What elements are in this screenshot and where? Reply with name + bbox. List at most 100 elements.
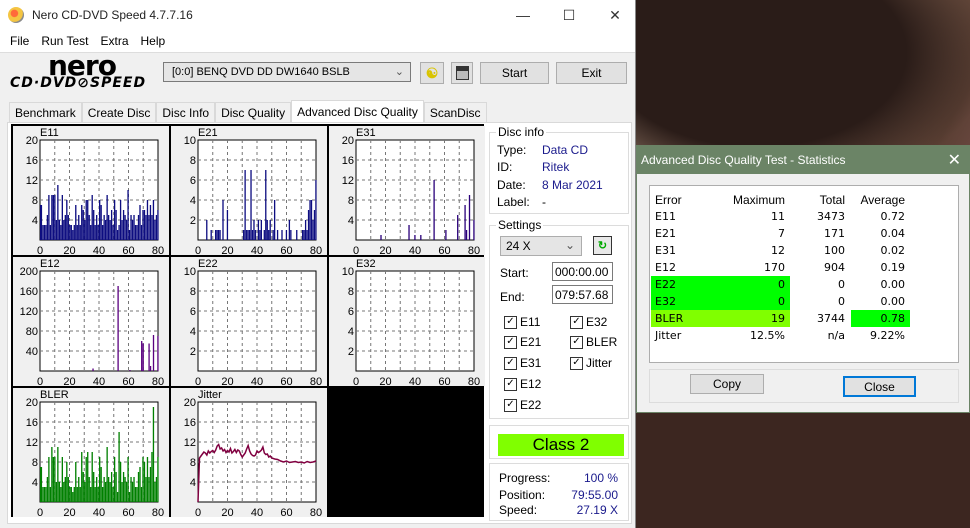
bar (445, 230, 447, 240)
x-tick-label: 0 (37, 507, 43, 517)
cell-total: 904 (824, 261, 845, 274)
y-tick-label: 20 (26, 135, 38, 147)
tab-benchmark[interactable]: Benchmark (9, 102, 82, 123)
cell-maximum: 12.5% (750, 329, 785, 342)
y-tick-label: 4 (348, 215, 354, 227)
x-tick-label: 80 (152, 376, 164, 386)
bar (81, 205, 83, 240)
disc-type-value: Data CD (542, 143, 589, 157)
checkbox-e22[interactable]: ✓ E22 (504, 398, 541, 412)
x-tick-label: 60 (280, 245, 292, 255)
start-button[interactable]: Start (480, 62, 549, 84)
checkbox-e22-label: E22 (520, 398, 542, 412)
bar (96, 477, 98, 502)
bar (119, 200, 122, 240)
end-time-input[interactable]: 079:57.68 (552, 285, 613, 304)
menu-file[interactable]: File (4, 34, 35, 48)
bar (78, 477, 80, 502)
cell-error: BLER (655, 312, 684, 325)
drive-info-icon: ☯ (425, 64, 439, 81)
copy-button[interactable]: Copy (690, 374, 764, 394)
checkbox-e21[interactable]: ✓ E21 (504, 335, 541, 349)
bar (93, 210, 95, 240)
bar (51, 195, 53, 240)
cell-error: E11 (655, 210, 676, 223)
save-button[interactable] (451, 62, 473, 84)
progress-value: 100 % (583, 471, 618, 485)
y-tick-label: 12 (26, 437, 38, 449)
close-dialog-button[interactable]: Close (843, 376, 916, 397)
bar (52, 457, 55, 502)
refresh-speed-button[interactable]: ↻ (593, 236, 612, 255)
bar (250, 170, 252, 240)
checkbox-e12[interactable]: ✓ E12 (504, 377, 541, 391)
bar (104, 220, 107, 240)
x-tick-label: 20 (379, 245, 391, 255)
menu-run-test[interactable]: Run Test (35, 34, 94, 48)
bar (248, 230, 251, 240)
bar (148, 343, 150, 371)
speed-label: Speed: (499, 503, 538, 517)
settings-legend: Settings (496, 218, 544, 232)
checkbox-e11[interactable]: ✓ E11 (504, 315, 540, 329)
statistics-row: BLER 19 3744 0.78 (650, 310, 958, 327)
menu-help[interactable]: Help (135, 34, 172, 48)
bar (87, 200, 89, 240)
close-icon[interactable]: ✕ (948, 150, 961, 170)
bar (52, 195, 55, 240)
x-tick-label: 40 (93, 507, 105, 517)
speed-value: 27.19 X (576, 503, 618, 517)
bar (219, 230, 221, 240)
bar (464, 205, 466, 240)
bar (109, 220, 111, 240)
exit-button[interactable]: Exit (556, 62, 627, 84)
bar (312, 220, 314, 240)
bar (94, 487, 96, 502)
bar (273, 200, 276, 240)
checkbox-jitter-label: Jitter (586, 356, 613, 370)
tab-advanced-disc-quality[interactable]: Advanced Disc Quality (291, 100, 424, 123)
minimize-button[interactable]: — (500, 0, 546, 30)
maximize-button[interactable]: ☐ (546, 0, 592, 30)
cell-maximum: 11 (771, 210, 785, 223)
statistics-row: Jitter 12.5% n/a 9.22% (650, 327, 958, 344)
drive-select[interactable]: [0:0] BENQ DVD DD DW1640 BSLB ⌄ (163, 62, 411, 82)
bar (226, 210, 229, 240)
bar (157, 210, 159, 240)
bar (124, 477, 126, 502)
checkbox-jitter[interactable]: ✓ Jitter (570, 356, 612, 370)
close-button[interactable]: ✕ (592, 0, 638, 30)
cell-maximum: 170 (764, 261, 785, 274)
checkbox-e31[interactable]: ✓ E31 (504, 356, 541, 370)
disc-label-value: - (542, 195, 546, 209)
chart-e22: E22 2 4 6 8 10 0 20 40 60 80 (171, 257, 327, 386)
checkbox-bler-label: BLER (586, 335, 618, 349)
cell-total: n/a (827, 329, 845, 342)
menu-extra[interactable]: Extra (94, 34, 134, 48)
statistics-dialog: Advanced Disc Quality Test - Statistics … (636, 145, 970, 413)
tab-disc-info[interactable]: Disc Info (156, 102, 216, 123)
bar (84, 220, 86, 240)
checkbox-e32-label: E32 (586, 315, 608, 329)
tab-scandisc[interactable]: ScanDisc (423, 102, 487, 123)
tab-create-disc[interactable]: Create Disc (81, 102, 157, 123)
x-tick-label: 60 (438, 376, 450, 386)
bar (49, 225, 52, 240)
drive-info-button[interactable]: ☯ (420, 62, 444, 84)
y-tick-label: 160 (20, 286, 38, 298)
x-tick-label: 40 (93, 245, 105, 255)
statistics-header-row: Error Maximum Total Average (650, 191, 958, 208)
disc-date-label: Date: (497, 178, 526, 192)
bar (247, 230, 249, 240)
checkbox-e32[interactable]: ✓ E32 (570, 315, 607, 329)
tab-disc-quality[interactable]: Disc Quality (215, 102, 292, 123)
check-icon: ✓ (504, 356, 517, 370)
bar (58, 220, 61, 240)
speed-select[interactable]: 24 X ⌄ (500, 236, 582, 256)
bar (139, 467, 141, 502)
refresh-icon: ↻ (597, 240, 608, 252)
x-tick-label: 20 (63, 507, 75, 517)
y-tick-label: 10 (184, 135, 196, 147)
start-time-input[interactable]: 000:00.00 (552, 262, 613, 281)
checkbox-bler[interactable]: ✓ BLER (570, 335, 617, 349)
